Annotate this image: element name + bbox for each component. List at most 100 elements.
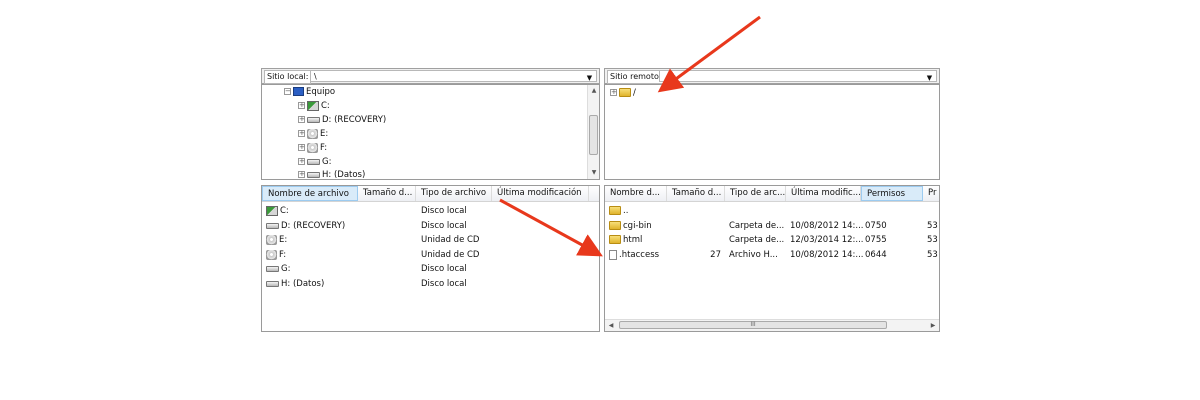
file-name: html [623,235,643,245]
file-name: D: (RECOVERY) [281,221,346,231]
expand-icon[interactable]: + [298,130,305,137]
list-item[interactable]: F: Unidad de CD [262,248,599,262]
tree-node-g[interactable]: + G: [298,156,331,169]
remote-address-label: Sitio remoto: [607,70,665,84]
column-header-size[interactable]: Tamaño d... [667,186,725,201]
list-item[interactable]: H: (Datos) Disco local [262,277,599,291]
drive-icon [266,222,279,229]
list-item[interactable]: cgi-bin Carpeta de... 10/08/2012 14:... … [605,219,939,233]
local-address-bar: Sitio local: \ ▼ [261,68,600,84]
tree-node-label: / [633,88,636,98]
tree-node-c[interactable]: + C: [298,100,330,113]
file-type: Carpeta de... [729,221,785,231]
column-header-type[interactable]: Tipo de arc... [725,186,786,201]
list-item[interactable]: html Carpeta de... 12/03/2014 12:... 075… [605,233,939,247]
file-size: 27 [710,250,721,260]
file-name: .htaccess [619,250,660,260]
scroll-down-icon[interactable]: ▼ [588,168,599,178]
tree-node-root[interactable]: + / [610,87,636,100]
tree-node-f[interactable]: + F: [298,142,327,155]
column-header-size[interactable]: Tamaño d... [358,186,416,201]
remote-tree: + / [604,84,940,180]
expand-icon[interactable]: + [298,116,305,123]
column-header-permissions[interactable]: Permisos [861,186,923,201]
drive-icon [307,116,320,123]
tree-node-h[interactable]: + H: (Datos) [298,169,365,179]
system-drive-icon [266,205,278,216]
chevron-down-icon[interactable]: ▼ [585,73,594,83]
remote-address-bar: Sitio remoto: ▼ [604,68,940,84]
scroll-thumb[interactable]: III [619,321,887,329]
scroll-right-icon[interactable]: ▶ [928,320,938,331]
file-owner: 53 [927,250,938,260]
column-header-type[interactable]: Tipo de archivo [416,186,492,201]
file-type: Disco local [421,279,467,289]
list-item[interactable]: D: (RECOVERY) Disco local [262,219,599,233]
file-type: Disco local [421,264,467,274]
expand-icon[interactable]: + [298,171,305,178]
column-header-name[interactable]: Nombre d... [605,186,667,201]
expand-icon[interactable]: + [298,102,305,109]
folder-icon [609,221,621,230]
list-item[interactable]: .htaccess 27 Archivo H... 10/08/2012 14:… [605,248,939,262]
computer-icon [293,87,304,96]
file-owner: 53 [927,221,938,231]
column-header-owner[interactable]: Pr [923,186,941,201]
file-name: E: [279,235,288,245]
file-name: H: (Datos) [281,279,325,289]
expand-icon[interactable]: + [298,144,305,151]
file-owner: 53 [927,235,938,245]
tree-node-e[interactable]: + E: [298,128,328,141]
file-modified: 10/08/2012 14:... [790,250,864,260]
folder-icon [609,206,621,215]
column-header-modified[interactable]: Última modific... [786,186,861,201]
list-item[interactable]: .. [605,204,939,218]
file-name: cgi-bin [623,221,652,231]
tree-node-label: F: [320,143,328,153]
local-tree-scrollbar[interactable]: ▲ ▼ [587,85,599,179]
local-address-value: \ [314,72,317,81]
tree-node-label: D: (RECOVERY) [322,115,387,125]
column-header-name[interactable]: Nombre de archivo [262,186,358,201]
expand-icon[interactable]: + [610,89,617,96]
scroll-up-icon[interactable]: ▲ [588,86,599,96]
tree-node-equipo[interactable]: − Equipo [284,86,335,99]
local-address-label: Sitio local: [264,70,312,84]
file-type: Unidad de CD [421,235,480,245]
file-type: Disco local [421,206,467,216]
file-permissions: 0755 [865,235,887,245]
collapse-icon[interactable]: − [284,88,291,95]
cd-drive-icon [266,234,277,245]
tree-node-label: G: [322,157,332,167]
file-name: C: [280,206,289,216]
scroll-left-icon[interactable]: ◀ [606,320,616,331]
folder-icon [609,235,621,244]
remote-address-input[interactable]: ▼ [659,70,937,82]
list-item[interactable]: G: Disco local [262,262,599,276]
drive-icon [266,280,279,287]
tree-node-d[interactable]: + D: (RECOVERY) [298,114,386,127]
scroll-thumb[interactable] [589,115,598,155]
chevron-down-icon[interactable]: ▼ [925,73,934,83]
local-address-input[interactable]: \ ▼ [310,70,597,82]
file-permissions: 0644 [865,250,887,260]
file-icon [609,249,617,260]
list-item[interactable]: E: Unidad de CD [262,233,599,247]
drive-icon [307,158,320,165]
drive-icon [266,265,279,272]
expand-icon[interactable]: + [298,158,305,165]
remote-file-list: Nombre d... Tamaño d... Tipo de arc... Ú… [604,185,940,332]
tree-node-label: Equipo [306,87,336,97]
remote-horizontal-scrollbar[interactable]: ◀ III ▶ [605,319,939,331]
file-modified: 12/03/2014 12:... [790,235,864,245]
local-tree: − Equipo + C: + D: (RECOVERY) + E: + F: + G: +… [261,84,600,180]
list-item[interactable]: C: Disco local [262,204,599,218]
local-file-list: Nombre de archivo Tamaño d... Tipo de ar… [261,185,600,332]
file-type: Disco local [421,221,467,231]
cd-drive-icon [307,128,318,139]
file-modified: 10/08/2012 14:... [790,221,864,231]
file-type: Carpeta de... [729,235,785,245]
system-drive-icon [307,100,319,111]
file-type: Unidad de CD [421,250,480,260]
column-header-modified[interactable]: Última modificación [492,186,589,201]
